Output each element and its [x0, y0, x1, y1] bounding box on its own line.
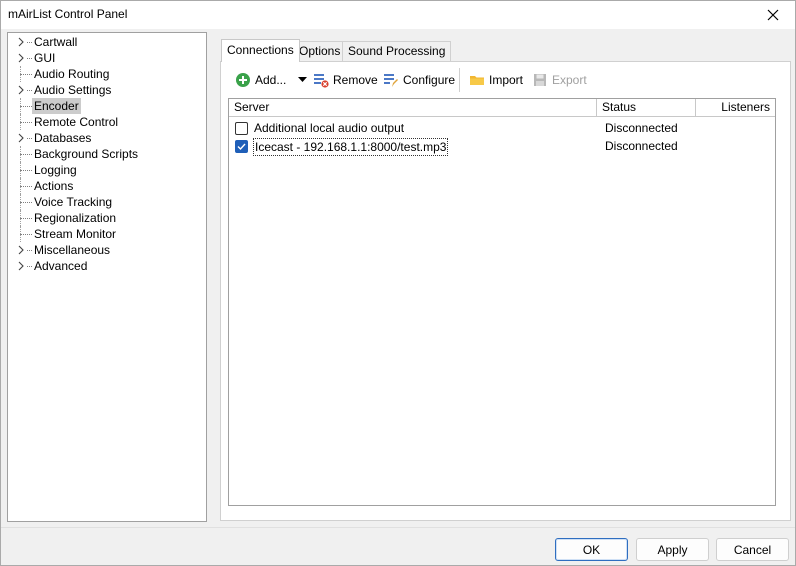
column-header-listeners[interactable]: Listeners [696, 99, 775, 117]
folder-icon [470, 76, 484, 85]
row-status: Disconnected [605, 139, 678, 153]
row-status: Disconnected [605, 121, 678, 135]
title-bar: mAirList Control Panel [1, 1, 795, 29]
tree-item-label: Audio Routing [34, 67, 110, 81]
category-tree[interactable]: Cartwall GUI Audio Routing Audio Setting… [7, 32, 207, 522]
list-row[interactable]: Additional local audio output Disconnect… [229, 119, 775, 137]
add-icon [236, 73, 250, 87]
tree-item-label: Actions [34, 179, 74, 193]
tree-item-advanced[interactable]: Advanced [8, 258, 206, 274]
window-title: mAirList Control Panel [8, 7, 128, 21]
control-panel-window: mAirList Control Panel Cartwall GUI Audi… [0, 0, 796, 566]
row-server: Icecast - 192.168.1.1:8000/test.mp3 [253, 138, 449, 156]
row-checkbox[interactable] [235, 140, 248, 153]
tree-item-label: Advanced [34, 259, 88, 273]
remove-button[interactable]: Remove [313, 69, 378, 91]
remove-button-label: Remove [333, 73, 378, 87]
column-header-server[interactable]: Server [229, 99, 597, 117]
tree-item-audio-settings[interactable]: Audio Settings [8, 82, 206, 98]
row-checkbox[interactable] [235, 122, 248, 135]
encoder-settings-area: Connections Options Sound Processing Add… [214, 32, 791, 522]
dialog-footer: OK Apply Cancel [1, 527, 795, 565]
row-server: Additional local audio output [254, 121, 405, 135]
tab-sound-processing[interactable]: Sound Processing [342, 41, 452, 61]
configure-button-label: Configure [403, 73, 456, 87]
connections-panel: Add... Remove Configure Import Export Se… [220, 61, 791, 521]
tree-item-label: Remote Control [34, 115, 119, 129]
add-button[interactable]: Add... [235, 69, 286, 91]
save-icon [534, 74, 546, 86]
export-button[interactable]: Export [532, 69, 587, 91]
tree-item-audio-routing[interactable]: Audio Routing [8, 66, 206, 82]
tree-item-label: Regionalization [34, 211, 117, 225]
configure-icon [384, 74, 398, 87]
cancel-button[interactable]: Cancel [716, 538, 789, 561]
import-button[interactable]: Import [469, 69, 523, 91]
chevron-right-icon[interactable] [15, 260, 27, 272]
tree-item-logging[interactable]: Logging [8, 162, 206, 178]
add-button-label: Add... [255, 73, 287, 87]
ok-button[interactable]: OK [555, 538, 628, 561]
tree-item-actions[interactable]: Actions [8, 178, 206, 194]
chevron-right-icon[interactable] [15, 52, 27, 64]
chevron-right-icon[interactable] [15, 36, 27, 48]
list-header: Server Status Listeners [229, 99, 775, 117]
toolbar-separator [459, 68, 460, 92]
connections-list[interactable]: Server Status Listeners Additional local… [228, 98, 776, 506]
close-button[interactable] [751, 1, 795, 29]
column-header-status[interactable]: Status [597, 99, 696, 117]
export-button-label: Export [552, 73, 587, 87]
tree-item-label: Cartwall [34, 35, 78, 49]
chevron-right-icon[interactable] [15, 132, 27, 144]
close-icon [767, 9, 779, 21]
dropdown-arrow-icon [298, 77, 307, 82]
add-dropdown-button[interactable] [298, 69, 307, 91]
tree-item-label: Stream Monitor [34, 227, 117, 241]
tab-options[interactable]: Options [293, 41, 347, 61]
apply-button[interactable]: Apply [636, 538, 709, 561]
chevron-right-icon[interactable] [15, 244, 27, 256]
toolbar: Add... Remove Configure Import Export [221, 66, 790, 94]
import-button-label: Import [489, 73, 524, 87]
tree-item-databases[interactable]: Databases [8, 130, 206, 146]
configure-button[interactable]: Configure [383, 69, 455, 91]
tree-item-background-scripts[interactable]: Background Scripts [8, 146, 206, 162]
tree-item-label: Voice Tracking [34, 195, 113, 209]
checkmark-icon [237, 143, 246, 151]
tree-item-label: Encoder [32, 98, 81, 114]
tree-item-label: Audio Settings [34, 83, 112, 97]
tab-connections[interactable]: Connections [221, 39, 300, 62]
list-row[interactable]: Icecast - 192.168.1.1:8000/test.mp3 Disc… [229, 137, 775, 156]
tree-item-remote-control[interactable]: Remote Control [8, 114, 206, 130]
tree-item-cartwall[interactable]: Cartwall [8, 34, 206, 50]
tree-item-gui[interactable]: GUI [8, 50, 206, 66]
tree-item-miscellaneous[interactable]: Miscellaneous [8, 242, 206, 258]
tree-item-label: Logging [34, 163, 77, 177]
tree-item-label: Databases [34, 131, 92, 145]
tree-item-label: Miscellaneous [34, 243, 111, 257]
tree-item-label: Background Scripts [34, 147, 139, 161]
tree-item-encoder[interactable]: Encoder [8, 98, 206, 114]
tree-item-stream-monitor[interactable]: Stream Monitor [8, 226, 206, 242]
remove-icon [314, 74, 329, 88]
tree-item-label: GUI [34, 51, 56, 65]
tree-item-voice-tracking[interactable]: Voice Tracking [8, 194, 206, 210]
chevron-right-icon[interactable] [15, 84, 27, 96]
tree-item-regionalization[interactable]: Regionalization [8, 210, 206, 226]
